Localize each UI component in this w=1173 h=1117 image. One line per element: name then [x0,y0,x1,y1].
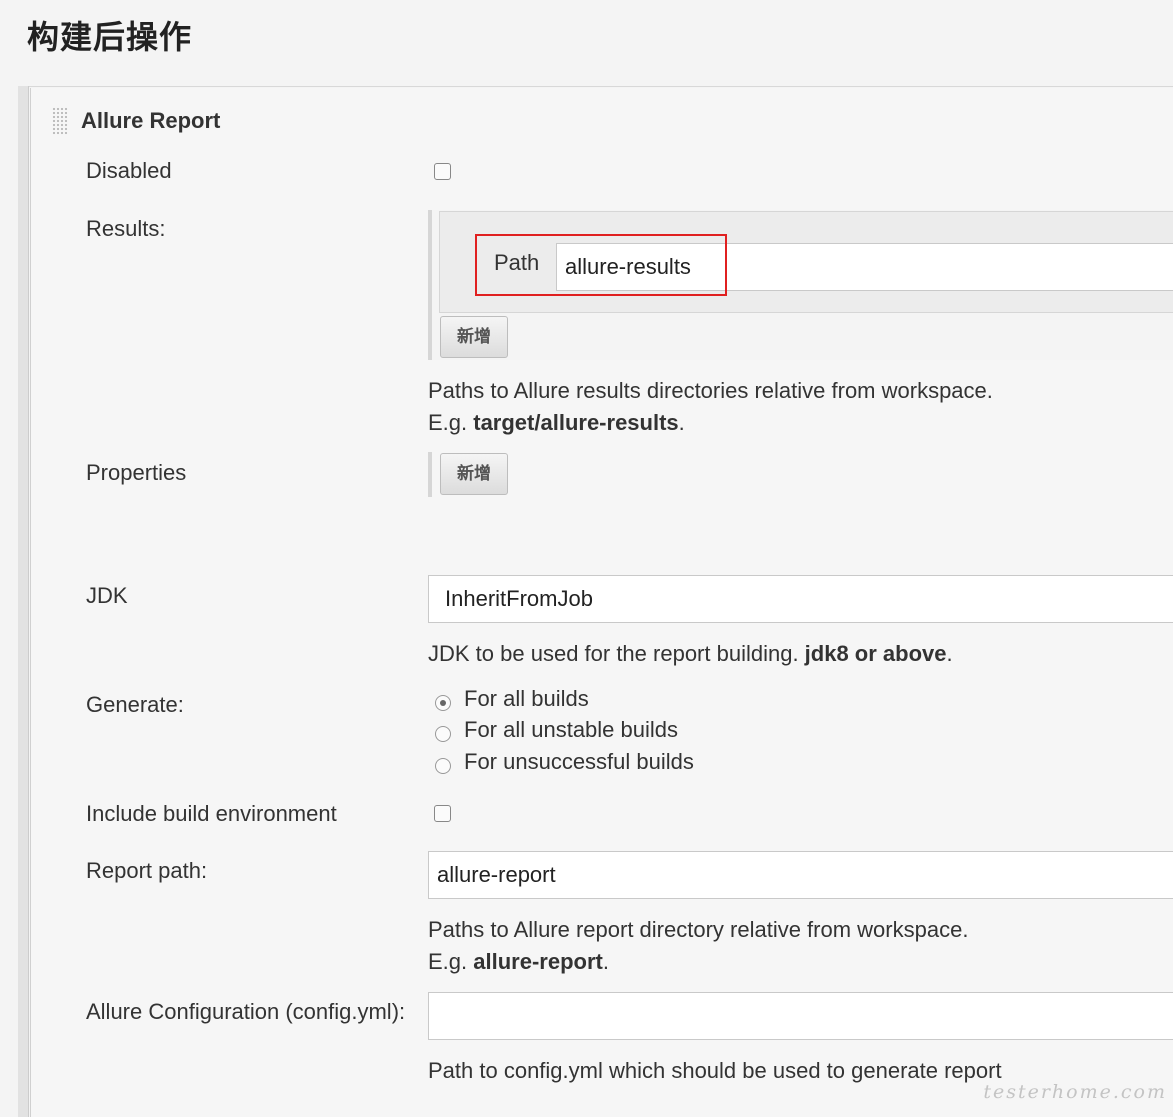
results-help-line1: Paths to Allure results directories rela… [428,378,993,403]
radio-all-builds[interactable] [435,695,451,711]
jdk-label: JDK [86,583,128,608]
radio-label: For all builds [464,686,589,711]
results-label: Results: [86,216,166,241]
disabled-label: Disabled [86,158,172,183]
report-help-example: allure-report [473,949,603,974]
watermark: testerhome.com [983,1081,1167,1103]
results-help-example: target/allure-results [473,410,679,435]
jdk-help-period: . [946,641,953,666]
panel-title: Allure Report [81,108,221,133]
panel-left-bar [18,86,29,1117]
results-help-period: . [678,410,685,435]
include-env-checkbox[interactable] [434,805,451,822]
properties-container-border [428,452,432,497]
properties-add-button[interactable]: 新增 [440,453,508,495]
include-env-label: Include build environment [86,801,337,826]
radio-unstable-builds[interactable] [435,726,451,742]
radio-unsuccessful-builds[interactable] [435,758,451,774]
config-help: Path to config.yml which should be used … [428,1058,1002,1083]
jdk-input[interactable] [428,575,1173,623]
report-path-label: Report path: [86,858,208,883]
report-help-line1: Paths to Allure report directory relativ… [428,917,969,942]
config-input[interactable] [428,992,1173,1040]
config-label: Allure Configuration (config.yml): [86,999,406,1024]
report-path-input[interactable] [428,851,1173,899]
properties-label: Properties [86,460,187,485]
drag-handle-icon[interactable] [52,107,68,135]
radio-label: For all unstable builds [464,717,679,742]
section-divider [18,86,1173,87]
section-title: 构建后操作 [27,18,193,56]
radio-label: For unsuccessful builds [464,749,694,774]
disabled-checkbox[interactable] [434,163,451,180]
results-help-eg: E.g. [428,410,474,435]
path-input[interactable] [556,243,1173,291]
report-help-eg: E.g. [428,949,474,974]
path-label: Path [494,250,540,275]
generate-label: Generate: [86,692,184,717]
jdk-help-text: JDK to be used for the report building. [428,641,805,666]
jdk-help: JDK to be used for the report building. … [428,638,953,670]
report-help-line2: E.g. allure-report. [428,946,609,978]
results-help-line2: E.g. target/allure-results. [428,407,685,439]
jdk-help-bold: jdk8 or above [804,641,947,666]
report-help-period: . [602,949,609,974]
results-add-button[interactable]: 新增 [440,316,508,358]
